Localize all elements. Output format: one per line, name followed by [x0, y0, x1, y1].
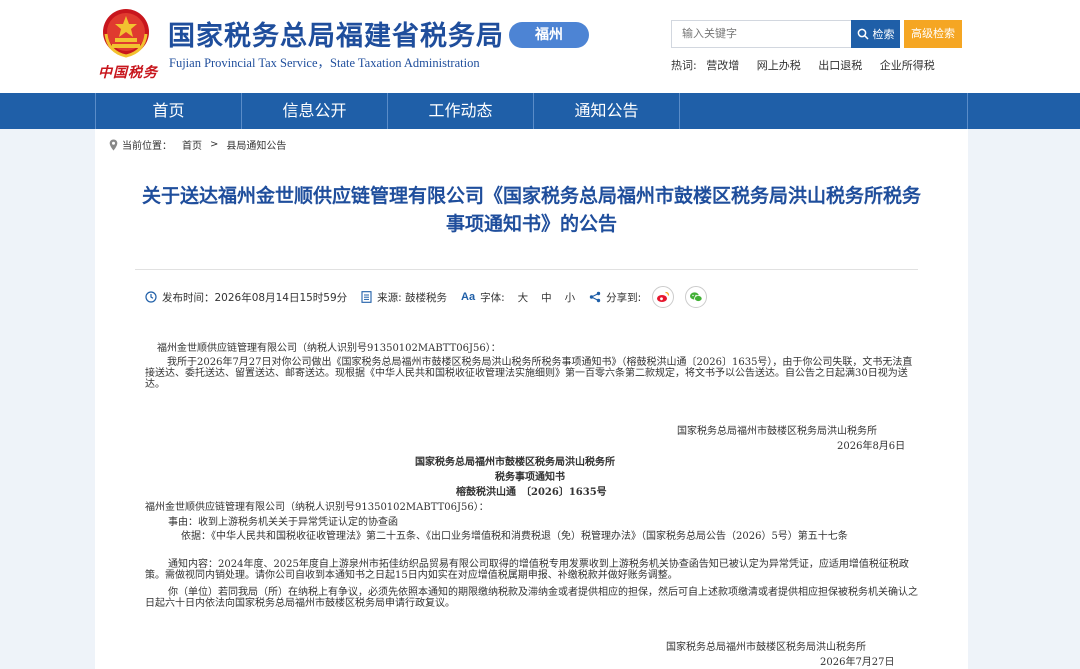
weibo-share-button[interactable] — [652, 286, 675, 308]
breadcrumb-separator: > — [210, 139, 219, 150]
article-panel: 当前位置： 首页 > 县局通知公告 关于送达福州金世顺供应链管理有限公司《国家税… — [95, 129, 968, 669]
announcement-paragraph: 我所于2026年7月27日对你公司做出《国家税务总局福州市鼓楼区税务局洪山税务所… — [145, 357, 913, 390]
document-icon — [361, 291, 372, 303]
breadcrumb: 当前位置： 首页 > 县局通知公告 — [109, 137, 286, 152]
font-size-label: 字体: — [480, 291, 505, 304]
notice-signature-date: 2026年7月27日 — [820, 657, 895, 668]
publish-time: 发布时间：2026年08月14日15时59分 — [162, 291, 348, 304]
notice-issuer: 国家税务总局福州市鼓楼区税务局洪山税务所 — [415, 457, 615, 468]
main-nav: 首页 信息公开 工作动态 通知公告 — [0, 93, 1080, 129]
announcement-signature-date: 2026年8月6日 — [837, 441, 906, 452]
nav-item-notices[interactable]: 通知公告 — [534, 93, 679, 129]
page-title: 关于送达福州金世顺供应链管理有限公司《国家税务总局福州市鼓楼区税务局洪山税务所税… — [141, 185, 921, 235]
clock-icon — [145, 291, 157, 303]
nav-divider — [967, 93, 968, 129]
font-size-small[interactable]: 小 — [565, 290, 576, 305]
search-button-label: 检索 — [872, 28, 895, 41]
notice-reason: 事由：收到上游税务机关关于异常凭证认定的协查函 — [168, 517, 398, 528]
site-subtitle: Fujian Provincial Tax Service，State Taxa… — [169, 56, 480, 70]
hot-word-link[interactable]: 企业所得税 — [880, 59, 935, 72]
notice-heading: 税务事项通知书 — [495, 472, 565, 483]
tax-brand-logo: 中国税务 — [98, 65, 158, 81]
announcement-signature-org: 国家税务总局福州市鼓楼区税务局洪山税务所 — [677, 426, 877, 437]
wechat-icon — [690, 292, 703, 302]
notice-number: 榕鼓税洪山通 〔2026〕1635号 — [456, 487, 607, 498]
title-divider — [135, 269, 918, 270]
hot-word-link[interactable]: 营改增 — [706, 59, 739, 72]
article-source: 来源: 鼓楼税务 — [377, 291, 448, 304]
breadcrumb-current-link[interactable]: 县局通知公告 — [226, 137, 286, 152]
wechat-share-button[interactable] — [685, 286, 708, 308]
nav-item-home[interactable]: 首页 — [96, 93, 241, 129]
weibo-icon — [657, 291, 670, 302]
national-emblem-icon — [103, 9, 149, 58]
notice-basis: 依据：《中华人民共和国税收征收管理法》第二十五条、《出口业务增值税和消费税退（免… — [181, 531, 848, 542]
hot-words-label: 热词: — [671, 59, 697, 72]
nav-item-info-disclosure[interactable]: 信息公开 — [242, 93, 387, 129]
nav-item-work-news[interactable]: 工作动态 — [388, 93, 533, 129]
region-badge[interactable]: 福州 — [509, 22, 589, 48]
search-button[interactable]: 检索 — [851, 20, 900, 48]
announcement-addressee: 福州金世顺供应链管理有限公司（纳税人识别号91350102MABTT06J56）… — [157, 343, 501, 354]
advanced-search-button[interactable]: 高级检索 — [904, 20, 962, 48]
font-size-large[interactable]: 大 — [518, 290, 529, 305]
hot-words: 热词: 营改增 网上办税 出口退税 企业所得税 — [671, 57, 949, 73]
notice-appeal: 你（单位）若同我局（所）在纳税上有争议，必须先依照本通知的期限缴纳税款及滞纳金或… — [145, 587, 918, 609]
font-size-icon: Aa — [461, 291, 476, 303]
notice-content: 通知内容：2024年度、2025年度自上游泉州市拓佳纺织品贸易有限公司取得的增值… — [145, 559, 909, 581]
nav-divider — [679, 93, 680, 129]
site-header: 中国税务 国家税务总局福建省税务局 Fujian Provincial Tax … — [0, 0, 1080, 93]
notice-addressee: 福州金世顺供应链管理有限公司（纳税人识别号91350102MABTT06J56）… — [145, 502, 489, 513]
search-icon — [857, 28, 869, 40]
notice-signature-org: 国家税务总局福州市鼓楼区税务局洪山税务所 — [666, 642, 866, 653]
breadcrumb-label: 当前位置： — [122, 141, 172, 152]
breadcrumb-home-link[interactable]: 首页 — [182, 137, 202, 152]
hot-word-link[interactable]: 出口退税 — [818, 59, 862, 72]
hot-word-link[interactable]: 网上办税 — [757, 59, 801, 72]
site-title[interactable]: 国家税务总局福建省税务局 — [168, 14, 504, 53]
search-input[interactable] — [671, 20, 851, 48]
share-label: 分享到: — [606, 291, 642, 304]
font-size-medium[interactable]: 中 — [541, 290, 552, 305]
share-icon — [589, 291, 601, 303]
article-meta: 发布时间：2026年08月14日15时59分 来源: 鼓楼税务 Aa 字体: 大… — [145, 286, 708, 308]
location-pin-icon — [109, 139, 118, 150]
